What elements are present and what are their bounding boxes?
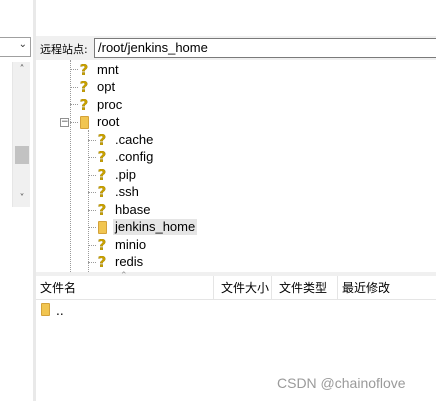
- unknown-folder-icon: ?: [97, 201, 107, 219]
- tree-item-label: .cache: [115, 132, 154, 147]
- tree-item-label: root: [97, 114, 120, 129]
- folder-icon: [95, 219, 109, 235]
- file-name: ..: [56, 304, 64, 318]
- file-list-header: ⌃ 文件名 文件大小 文件类型 最近修改: [36, 271, 436, 300]
- tree-item-opt[interactable]: ? opt: [77, 78, 117, 96]
- scroll-thumb[interactable]: [15, 146, 29, 164]
- collapse-icon[interactable]: −: [60, 118, 69, 127]
- column-header-filesize[interactable]: 文件大小: [217, 276, 272, 300]
- remote-path-input[interactable]: /root/jenkins_home: [94, 38, 436, 58]
- column-header-filename[interactable]: 文件名: [36, 276, 214, 300]
- chevron-down-icon[interactable]: ⌄: [19, 39, 27, 50]
- tree-item-label: .config: [115, 149, 154, 164]
- tree-connector: [70, 60, 71, 272]
- tree-item-proc[interactable]: ? proc: [77, 96, 124, 114]
- unknown-folder-icon: ?: [97, 236, 107, 254]
- remote-site-bar: 远程站点: /root/jenkins_home: [36, 36, 436, 60]
- unknown-folder-icon: ?: [97, 253, 107, 271]
- unknown-folder-icon: ?: [79, 78, 89, 96]
- remote-site-label: 远程站点:: [40, 43, 88, 56]
- tree-item-label: .ssh: [115, 184, 139, 199]
- remote-directory-tree[interactable]: − ? mnt ? opt ? proc root ? .cache ? .co…: [36, 60, 436, 272]
- unknown-folder-icon: ?: [79, 61, 89, 79]
- column-header-filetype[interactable]: 文件类型: [275, 276, 338, 300]
- tree-item-label: proc: [97, 97, 123, 112]
- tree-item-pip[interactable]: ? .pip: [95, 166, 138, 184]
- tree-connector: [88, 130, 89, 272]
- tree-item-hbase[interactable]: ? hbase: [95, 201, 152, 219]
- folder-icon: [41, 303, 50, 319]
- local-pane: ⌄ ˄ ˅: [0, 0, 33, 401]
- tree-item-label: redis: [115, 254, 144, 269]
- unknown-folder-icon: ?: [79, 96, 89, 114]
- list-item[interactable]: ..: [36, 302, 64, 320]
- unknown-folder-icon: ?: [97, 131, 107, 149]
- unknown-folder-icon: ?: [97, 183, 107, 201]
- scroll-down-icon[interactable]: ˅: [13, 191, 31, 207]
- tree-item-label: .pip: [115, 167, 136, 182]
- tree-item-jenkins-home[interactable]: jenkins_home: [95, 218, 198, 236]
- tree-item-config[interactable]: ? .config: [95, 148, 155, 166]
- unknown-folder-icon: ?: [97, 148, 107, 166]
- tree-item-label: minio: [115, 237, 147, 252]
- watermark: CSDN @chainoflove: [277, 375, 406, 391]
- local-tree-scrollbar[interactable]: ˄ ˅: [12, 62, 30, 207]
- scroll-up-icon[interactable]: ˄: [13, 62, 31, 78]
- tree-item-root[interactable]: root: [77, 113, 121, 131]
- folder-icon: [77, 114, 91, 130]
- local-file-list[interactable]: [0, 208, 33, 401]
- column-header-modified[interactable]: 最近修改: [338, 276, 436, 300]
- tree-item-label: mnt: [97, 62, 119, 77]
- tree-item-redis[interactable]: ? redis: [95, 253, 145, 271]
- tree-item-minio[interactable]: ? minio: [95, 236, 148, 254]
- tree-item-mnt[interactable]: ? mnt: [77, 61, 121, 79]
- tree-item-label: opt: [97, 79, 116, 94]
- tree-item-ssh[interactable]: ? .ssh: [95, 183, 141, 201]
- unknown-folder-icon: ?: [97, 166, 107, 184]
- local-path-combo[interactable]: ⌄: [0, 37, 31, 57]
- tree-item-label: hbase: [115, 202, 151, 217]
- tree-item-label: jenkins_home: [113, 219, 198, 235]
- tree-item-cache[interactable]: ? .cache: [95, 131, 155, 149]
